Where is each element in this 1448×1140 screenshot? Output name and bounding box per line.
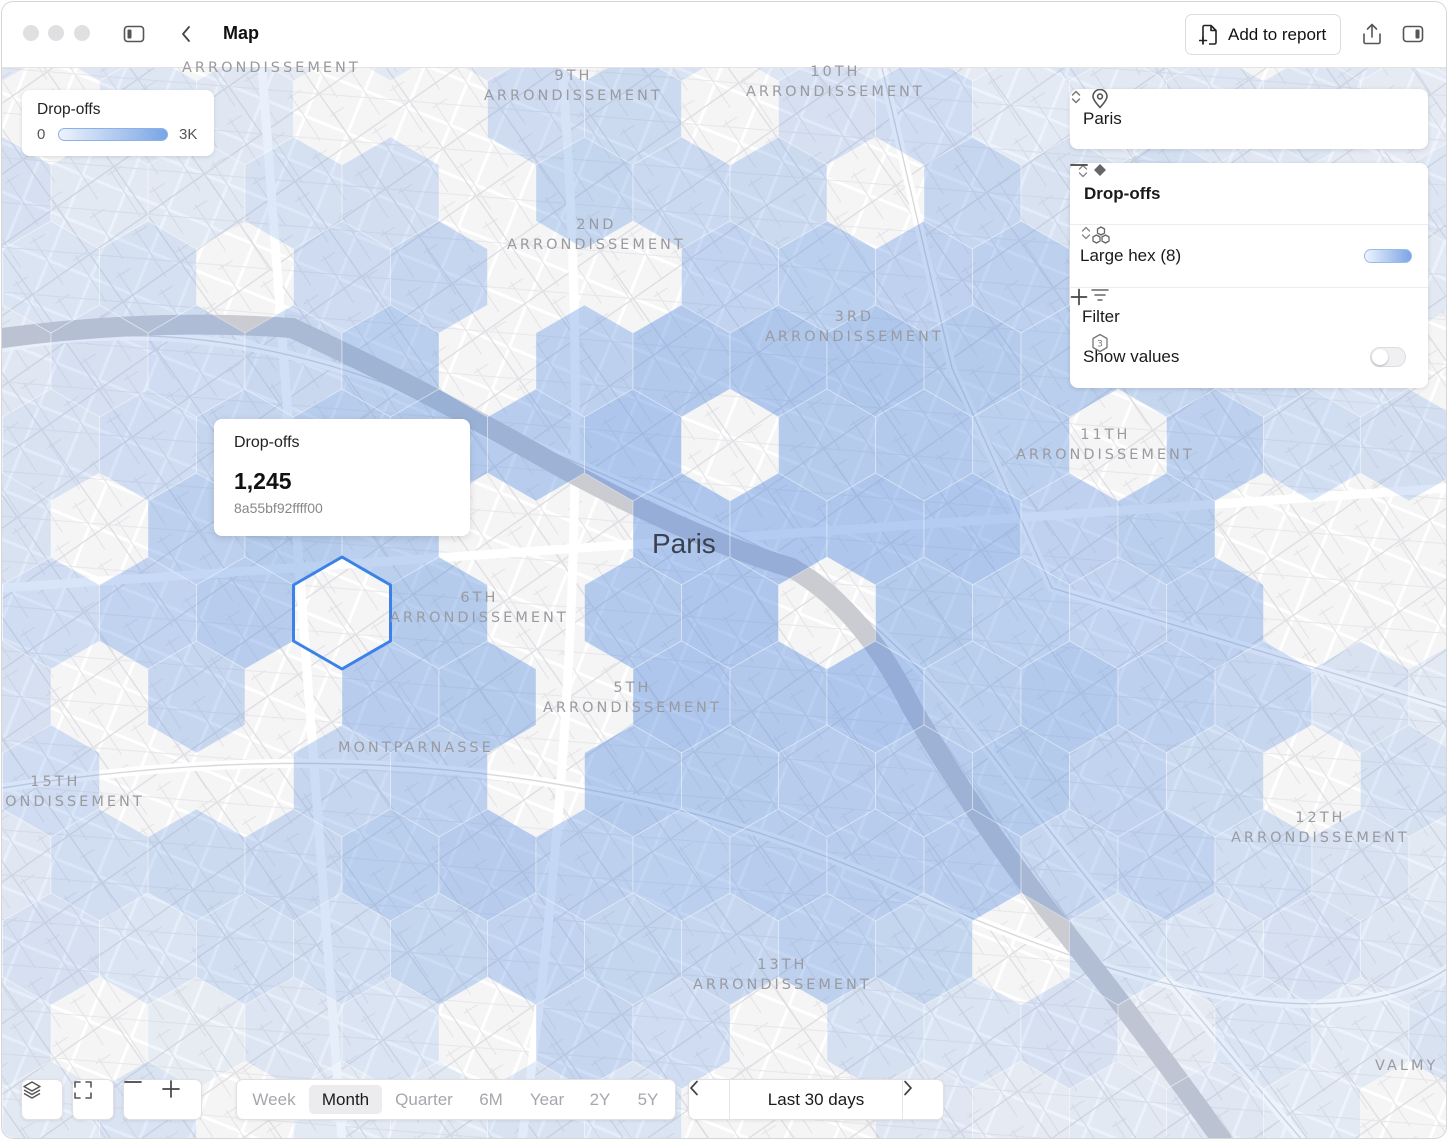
period-quarter[interactable]: Quarter: [387, 1085, 461, 1114]
chevron-left-icon: [690, 1080, 698, 1096]
district-label: 13TH ARRONDISSEMENT: [693, 957, 872, 993]
district-label: 6TH ARRONDISSEMENT: [390, 590, 569, 626]
district-label: 11TH ARRONDISSEMENT: [1016, 427, 1195, 463]
period-2y[interactable]: 2Y: [579, 1085, 621, 1114]
hex-tooltip: Drop-offs 1,245 8a55bf92ffff00: [214, 419, 470, 536]
share-icon: [1363, 23, 1381, 45]
show-values-toggle[interactable]: [1370, 347, 1406, 367]
location-pin-icon: [1092, 89, 1108, 109]
date-range-navigator: Last 30 days: [688, 1079, 944, 1120]
chevron-up-down-icon: [1071, 90, 1081, 104]
previous-range-button[interactable]: [689, 1080, 729, 1119]
date-range-label[interactable]: Last 30 days: [729, 1080, 903, 1119]
sidebar-left-icon: [123, 25, 145, 43]
district-label: 3RD ARRONDISSEMENT: [765, 309, 944, 345]
zoom-in-button[interactable]: [162, 1080, 201, 1119]
filter-icon: [1091, 289, 1109, 301]
add-to-report-label: Add to report: [1228, 24, 1327, 44]
map-canvas[interactable]: ARRONDISSEMENT 9TH ARRONDISSEMENT 10TH A…: [2, 60, 1446, 1138]
hex-size-row: Large hex (8): [1070, 225, 1428, 287]
next-range-button[interactable]: [903, 1080, 943, 1119]
period-month[interactable]: Month: [309, 1085, 382, 1114]
layer-header-row: Drop-offs: [1070, 163, 1428, 224]
district-label: ARRONDISSEMENT: [182, 60, 361, 76]
back-button[interactable]: [172, 20, 200, 48]
district-label: 12TH ARRONDISSEMENT: [1231, 810, 1410, 846]
city-select-value: Paris: [1083, 109, 1122, 128]
zoom-controls: [123, 1079, 202, 1120]
svg-text:3: 3: [1097, 340, 1103, 350]
legend-color-ramp: [58, 128, 168, 141]
add-filter-plus-icon[interactable]: [1070, 288, 1088, 306]
app-window: Map Add to report ARRONDISSEMENT 9TH ARR…: [1, 1, 1447, 1139]
add-report-icon: [1199, 24, 1217, 45]
chevron-up-down-icon[interactable]: [1080, 225, 1092, 241]
tooltip-cell-id: 8a55bf92ffff00: [234, 500, 323, 516]
period-week[interactable]: Week: [243, 1085, 305, 1114]
district-label: 9TH ARRONDISSEMENT: [484, 68, 663, 104]
minus-icon: [124, 1081, 142, 1083]
hexagons-icon: [1092, 226, 1110, 244]
district-label: 15TH ARRONDISSEMENT: [2, 774, 145, 810]
hexagon-number-icon: 3: [1092, 333, 1108, 353]
district-label: 2ND ARRONDISSEMENT: [507, 217, 686, 253]
legend-title: Drop-offs: [37, 101, 101, 118]
district-label: MONTPARNASSE: [338, 740, 494, 756]
plus-icon: [162, 1080, 180, 1098]
color-ramp-picker[interactable]: [1364, 249, 1412, 263]
city-select[interactable]: Paris: [1070, 89, 1428, 149]
minimize-window-button[interactable]: [48, 25, 64, 41]
legend-max-label: 3K: [179, 126, 198, 143]
chevron-left-icon: [182, 26, 190, 42]
legend-min-label: 0: [37, 126, 46, 143]
inspector-toggle-button[interactable]: [1399, 20, 1427, 48]
zoom-window-button[interactable]: [74, 25, 90, 41]
tooltip-title: Drop-offs: [234, 434, 300, 451]
diamond-icon: [1094, 164, 1106, 176]
city-map-label: Paris: [652, 528, 716, 559]
layers-icon: [23, 1081, 41, 1099]
district-label: 10TH ARRONDISSEMENT: [746, 64, 925, 100]
layers-button[interactable]: [21, 1079, 63, 1120]
district-label: 5TH ARRONDISSEMENT: [543, 680, 722, 716]
show-values-row: 3 Show values: [1070, 333, 1428, 381]
add-to-report-button[interactable]: Add to report: [1185, 14, 1341, 55]
sidebar-right-icon: [1402, 25, 1424, 43]
close-window-button[interactable]: [23, 25, 39, 41]
fullscreen-icon: [74, 1081, 92, 1099]
map-legend: Drop-offs 0 3K: [22, 90, 214, 156]
fullscreen-button[interactable]: [72, 1079, 114, 1120]
period-5y[interactable]: 5Y: [625, 1085, 671, 1114]
hex-size-select[interactable]: Large hex (8): [1080, 246, 1181, 266]
zoom-out-button[interactable]: [124, 1080, 163, 1119]
period-selector: Week Month Quarter 6M Year 2Y 5Y: [236, 1079, 676, 1120]
period-6m[interactable]: 6M: [467, 1085, 515, 1114]
sidebar-toggle-button[interactable]: [120, 20, 148, 48]
chevron-right-icon: [904, 1080, 912, 1096]
district-label: VALMY: [1375, 1058, 1439, 1074]
tooltip-value: 1,245: [234, 468, 292, 494]
share-button[interactable]: [1358, 20, 1386, 48]
page-title: Map: [223, 23, 259, 43]
collapse-minus-icon[interactable]: [1070, 163, 1088, 167]
period-year[interactable]: Year: [519, 1085, 575, 1114]
layer-name[interactable]: Drop-offs: [1084, 184, 1160, 204]
filter-label: Filter: [1082, 306, 1120, 326]
layer-settings-panel: Drop-offs Large hex (8) Filter 3 Show va…: [1070, 163, 1428, 388]
